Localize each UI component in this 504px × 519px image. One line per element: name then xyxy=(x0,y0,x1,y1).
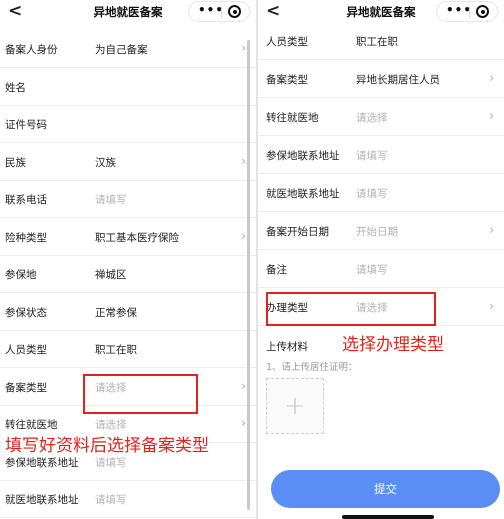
form-row: 证件号码 xyxy=(0,107,256,143)
form-row[interactable]: 备案人身份 为自己备案 › xyxy=(0,32,256,68)
form-row-value[interactable]: 为自己备案 xyxy=(95,42,148,57)
form-row[interactable]: 民族 汉族 › xyxy=(0,145,256,181)
form-row-value[interactable]: 请填写 xyxy=(356,186,388,201)
form-row-label: 备案类型 xyxy=(5,381,47,394)
form-row: 就医地联系地址 请填写 xyxy=(258,176,504,212)
form-row-label: 人员类型 xyxy=(5,344,47,356)
chevron-right-icon[interactable]: › xyxy=(489,299,494,313)
form-row-value[interactable]: 职工基本医疗保险 xyxy=(95,230,179,245)
chevron-right-icon[interactable]: › xyxy=(241,154,246,168)
form-row-value[interactable]: 职工在职 xyxy=(95,342,137,357)
upload-hint: 1、请上传居住证明： xyxy=(266,362,358,373)
form-row-label: 转往就医地 xyxy=(5,419,58,431)
nav-bar: < 异地就医备案 ••• xyxy=(0,0,256,24)
chevron-right-icon[interactable]: › xyxy=(241,229,246,243)
chevron-right-icon[interactable]: › xyxy=(241,416,246,430)
form-row: 参保地 禅城区 xyxy=(0,257,256,293)
form-row-value[interactable]: 禅城区 xyxy=(95,267,127,282)
nav-bar: < 异地就医备案 ••• xyxy=(258,0,504,24)
form-row-value[interactable]: 正常参保 xyxy=(95,305,137,320)
form-row-label: 险种类型 xyxy=(5,231,47,244)
highlight-box xyxy=(266,292,436,326)
form-row: 人员类型 职工在职 xyxy=(0,332,256,368)
form-row-label: 就医地联系地址 xyxy=(5,494,79,506)
form-row: 备注 请填写 xyxy=(258,252,504,288)
left-screenshot: < 异地就医备案 ••• 备案人身份 为自己备案 › 姓名 证件号码 民族 汉族 › 联系电话请… xyxy=(0,0,256,519)
form-row-label: 姓名 xyxy=(5,81,26,94)
form-row-value[interactable]: 开始日期 xyxy=(356,224,398,239)
form-row-value[interactable]: 职工在职 xyxy=(356,34,398,49)
capsule-divider xyxy=(469,6,470,18)
form-row: 就医地联系地址 请填写 xyxy=(0,482,256,518)
chevron-right-icon[interactable]: › xyxy=(489,223,494,237)
home-indicator xyxy=(342,515,434,519)
form-row-label: 参保地 xyxy=(5,269,37,281)
form-row-label: 备案类型 xyxy=(266,74,308,86)
upload-button[interactable]: + xyxy=(266,378,324,434)
form-row: 姓名 xyxy=(0,70,256,106)
form-row-label: 民族 xyxy=(5,156,26,169)
form-row-value[interactable]: 请选择 xyxy=(95,417,127,432)
form-row[interactable]: 转往就医地 请选择 › xyxy=(258,100,504,136)
form-row: 参保地联系地址 请填写 xyxy=(258,138,504,174)
form-row-label: 备案人身份 xyxy=(5,44,58,56)
chevron-right-icon[interactable]: › xyxy=(241,379,246,393)
upload-label: 上传材料 xyxy=(266,341,308,353)
form-row: 参保状态 正常参保 xyxy=(0,295,256,331)
form-row: 人员类型 职工在职 xyxy=(258,24,504,60)
chevron-right-icon[interactable]: › xyxy=(241,41,246,55)
plus-icon: + xyxy=(284,391,306,421)
form-row-label: 转往就医地 xyxy=(266,112,319,124)
form-row[interactable]: 险种类型 职工基本医疗保险 › xyxy=(0,220,256,256)
form-row: 联系电话 请填写 xyxy=(0,182,256,218)
form-row-value[interactable]: 异地长期居住人员 xyxy=(356,72,440,87)
annotation-text: 选择办理类型 xyxy=(342,335,444,355)
annotation-text: 填写好资料后选择备案类型 xyxy=(5,436,209,456)
submit-button[interactable]: 提交 xyxy=(271,470,500,508)
capsule-divider xyxy=(221,6,222,18)
form-row-value[interactable]: 请填写 xyxy=(95,192,127,207)
form-row-label: 备注 xyxy=(266,264,287,276)
form-row-label: 联系电话 xyxy=(5,194,47,206)
chevron-right-icon[interactable]: › xyxy=(489,109,494,123)
form-row-label: 参保状态 xyxy=(5,306,47,319)
target-icon[interactable] xyxy=(228,5,241,18)
form-row-value[interactable]: 请填写 xyxy=(95,492,127,507)
form-row-label: 人员类型 xyxy=(266,36,308,48)
form-row-value[interactable]: 请填写 xyxy=(356,148,388,163)
right-screenshot: < 异地就医备案 ••• 人员类型 职工在职 备案类型 异地长期居住人员 › 转往就医地请… xyxy=(258,0,504,519)
form-row-value[interactable]: 请填写 xyxy=(95,455,127,470)
form-row[interactable]: 备案开始日期 开始日期 › xyxy=(258,214,504,250)
highlight-box xyxy=(83,374,198,414)
mini-program-capsule: ••• xyxy=(436,1,498,22)
mini-program-capsule: ••• xyxy=(188,1,250,22)
target-icon[interactable] xyxy=(476,5,489,18)
form-row-value[interactable]: 请填写 xyxy=(356,262,388,277)
scrollbar[interactable] xyxy=(247,40,250,510)
form-row-label: 证件号码 xyxy=(5,119,47,131)
form-row-label: 参保地联系地址 xyxy=(266,150,340,162)
form-row[interactable]: 备案类型 异地长期居住人员 › xyxy=(258,62,504,98)
form-row-value[interactable]: 汉族 xyxy=(95,155,116,170)
form-row-value[interactable]: 请选择 xyxy=(356,110,388,125)
form-row-label: 就医地联系地址 xyxy=(266,188,340,200)
chevron-right-icon[interactable]: › xyxy=(489,71,494,85)
form-row-label: 参保地联系地址 xyxy=(5,456,79,469)
form-row-label: 备案开始日期 xyxy=(266,226,329,238)
